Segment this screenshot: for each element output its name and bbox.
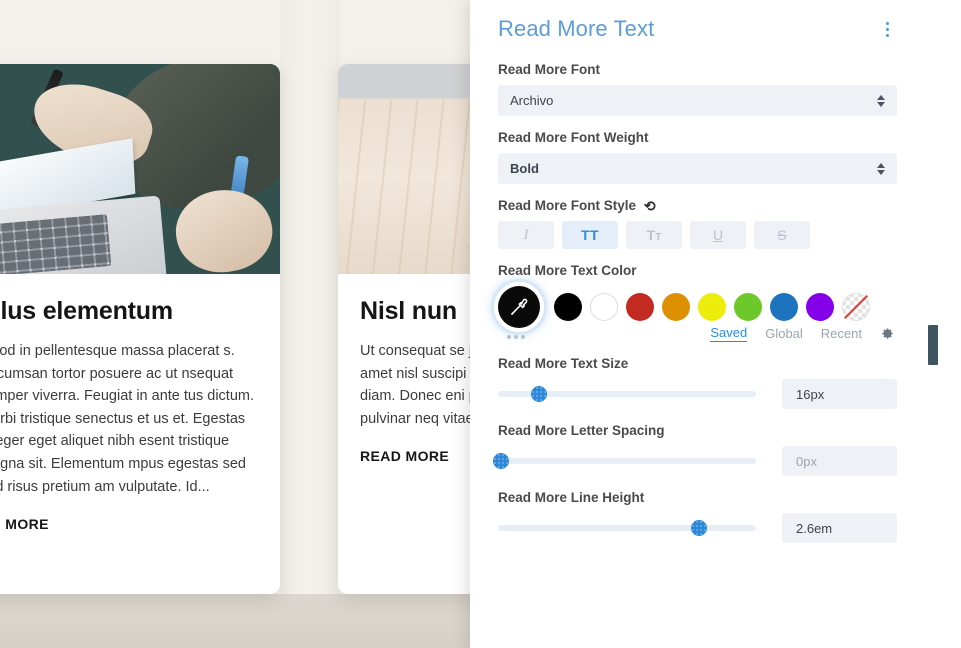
field-label: Read More Text Color [498, 263, 637, 278]
line-height-slider[interactable] [498, 520, 756, 536]
field-read-more-font-style: Read More Font Style ⟳ I TT TT U S [470, 198, 925, 249]
uppercase-icon: TT [580, 227, 600, 243]
strikethrough-icon: S [777, 227, 787, 243]
settings-panel: Read More Text Read More Font Archivo Re… [470, 0, 961, 648]
strikethrough-button[interactable]: S [754, 221, 810, 249]
italic-icon: I [523, 226, 529, 243]
scrollbar-thumb[interactable] [928, 325, 938, 365]
swatch-red[interactable] [626, 293, 654, 321]
small-caps-button[interactable]: TT [626, 221, 682, 249]
letter-spacing-input[interactable]: 0px [782, 446, 897, 476]
blog-card[interactable]: ellus elementum smod in pellentesque mas… [0, 64, 280, 594]
field-label: Read More Text Size [498, 356, 629, 371]
field-label: Read More Font Weight [498, 130, 649, 145]
slider-thumb[interactable] [691, 520, 708, 536]
field-label-text: Read More Font Style [498, 198, 637, 213]
field-label: Read More Font Style ⟳ [498, 198, 897, 214]
font-weight-select[interactable]: Bold [498, 153, 897, 184]
italic-button[interactable]: I [498, 221, 554, 249]
up-down-arrows-icon [877, 162, 885, 175]
text-size-slider[interactable] [498, 386, 756, 402]
letter-spacing-slider[interactable] [492, 453, 756, 469]
read-more-link[interactable]: AD MORE [0, 516, 258, 532]
panel-header: Read More Text [470, 0, 925, 48]
tab-saved[interactable]: Saved [710, 325, 748, 342]
swatch-purple[interactable] [806, 293, 834, 321]
field-read-more-text-color: Read More Text Color Saved Global Recent [470, 263, 925, 342]
underline-button[interactable]: U [690, 221, 746, 249]
panel-scrollbar[interactable] [928, 0, 938, 648]
swatch-blue[interactable] [770, 293, 798, 321]
eyedropper-icon[interactable] [498, 286, 540, 328]
font-select-value: Archivo [510, 93, 554, 108]
field-label: Read More Letter Spacing [498, 423, 665, 438]
letter-spacing-slider-row: 0px [492, 446, 897, 476]
font-style-button-group: I TT TT U S [498, 221, 897, 249]
card-title: ellus elementum [0, 297, 173, 325]
line-height-slider-row: 2.6em [498, 513, 897, 543]
color-swatch-row [498, 286, 897, 328]
font-select[interactable]: Archivo [498, 85, 897, 116]
panel-title: Read More Text [498, 16, 655, 41]
field-label: Read More Line Height [498, 490, 645, 505]
up-down-arrows-icon [877, 94, 885, 107]
tab-global[interactable]: Global [765, 326, 803, 341]
swatch-white[interactable] [590, 293, 618, 321]
swatch-yellow[interactable] [698, 293, 726, 321]
undo-reset-icon[interactable]: ⟳ [644, 198, 656, 214]
vertical-dots-icon[interactable] [877, 19, 897, 39]
slider-thumb[interactable] [492, 453, 509, 469]
tab-recent[interactable]: Recent [821, 326, 862, 341]
color-tabs: Saved Global Recent [498, 325, 897, 342]
font-weight-select-value: Bold [510, 161, 539, 176]
swatch-black[interactable] [554, 293, 582, 321]
field-read-more-text-size: Read More Text Size 16px [470, 356, 925, 409]
field-read-more-line-height: Read More Line Height 2.6em [470, 490, 925, 543]
field-label: Read More Font [498, 62, 601, 77]
card-excerpt: smod in pellentesque massa placerat s. A… [0, 343, 255, 495]
field-read-more-font-weight: Read More Font Weight Bold [470, 130, 925, 184]
gear-icon[interactable] [880, 326, 895, 341]
swatch-green[interactable] [734, 293, 762, 321]
uppercase-button[interactable]: TT [562, 221, 618, 249]
card-image [0, 64, 280, 274]
line-height-input[interactable]: 2.6em [782, 513, 897, 543]
swatch-orange[interactable] [662, 293, 690, 321]
text-size-input[interactable]: 16px [782, 379, 897, 409]
field-read-more-font: Read More Font Archivo [470, 62, 925, 116]
slider-thumb[interactable] [531, 386, 548, 402]
field-read-more-letter-spacing: Read More Letter Spacing 0px [470, 423, 925, 476]
text-size-slider-row: 16px [498, 379, 897, 409]
underline-icon: U [712, 227, 724, 243]
small-caps-icon: TT [646, 227, 662, 243]
swatch-transparent[interactable] [842, 293, 870, 321]
page-gutter [280, 0, 340, 648]
